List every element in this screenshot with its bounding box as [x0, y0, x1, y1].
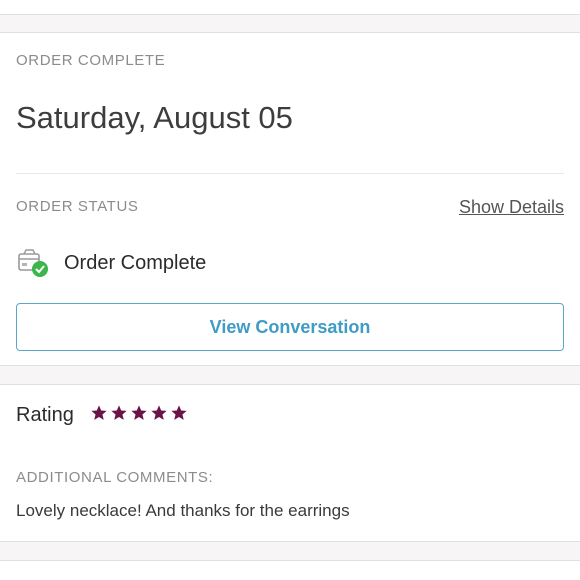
rating-card: Rating ADDITIONAL COMMENTS: Lovely neckl…: [0, 384, 580, 542]
additional-comments-heading: ADDITIONAL COMMENTS:: [16, 469, 214, 486]
view-conversation-button[interactable]: View Conversation: [16, 303, 564, 351]
package-check-icon: [16, 248, 50, 278]
rating-label: Rating: [16, 404, 74, 426]
order-date: Saturday, August 05: [16, 100, 293, 135]
star-icon: [131, 405, 147, 420]
star-icon: [171, 405, 187, 420]
order-card: ORDER COMPLETE Saturday, August 05 ORDER…: [0, 32, 580, 366]
order-status-heading: ORDER STATUS: [16, 198, 139, 215]
star-icon: [91, 405, 107, 420]
previous-card: [0, 0, 580, 15]
show-details-link[interactable]: Show Details: [459, 197, 564, 218]
divider: [16, 173, 564, 174]
star-icon: [151, 405, 167, 420]
order-detail-page: ORDER COMPLETE Saturday, August 05 ORDER…: [0, 0, 580, 580]
order-status-text: Order Complete: [64, 251, 207, 274]
order-complete-heading: ORDER COMPLETE: [16, 52, 166, 69]
status-row: Order Complete: [16, 248, 206, 278]
rating-stars: [90, 404, 188, 422]
next-card: [0, 560, 580, 580]
comment-text: Lovely necklace! And thanks for the earr…: [16, 501, 350, 520]
star-icon: [111, 405, 127, 420]
